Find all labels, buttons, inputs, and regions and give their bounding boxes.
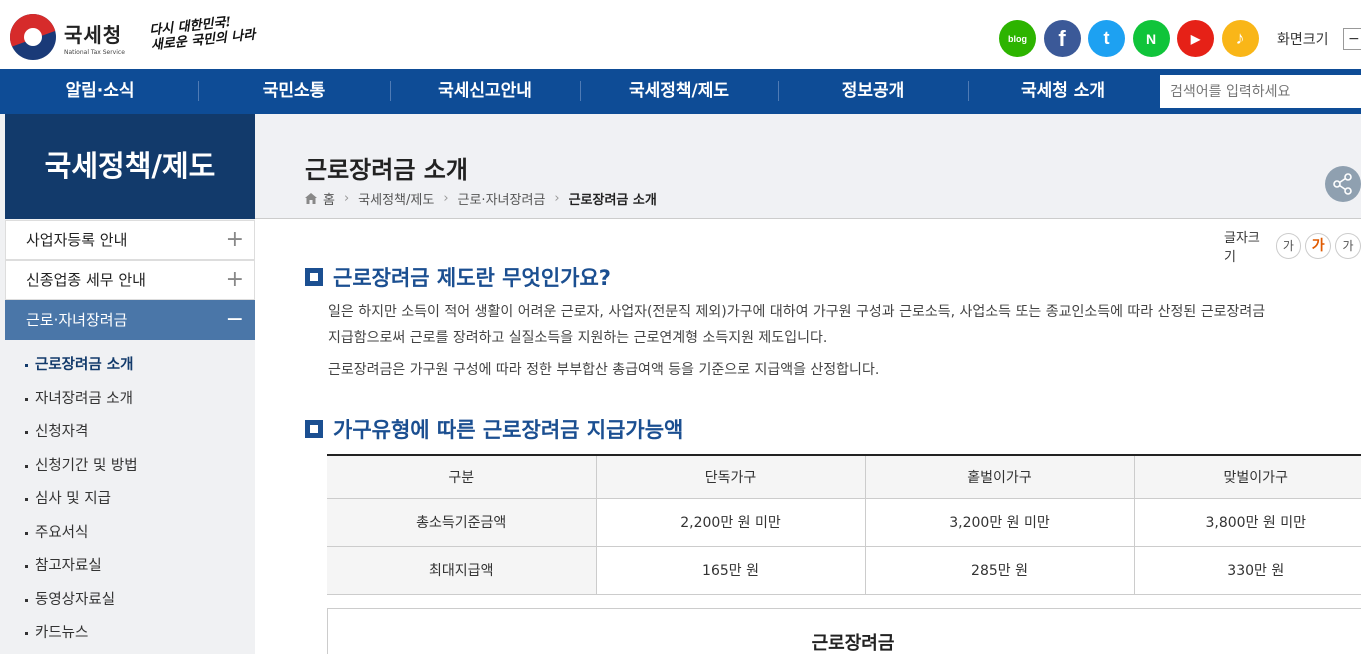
logo-subtitle: National Tax Service — [64, 48, 125, 56]
youtube-icon[interactable]: ▶ — [1177, 20, 1214, 57]
sidebar-item-business-registration[interactable]: 사업자등록 안내 + — [5, 220, 255, 260]
naver-post-icon[interactable]: N — [1132, 20, 1170, 57]
sidebar-item-label: 사업자등록 안내 — [26, 231, 128, 249]
breadcrumb: 홈 › 국세정책/제도 › 근로·자녀장려금 › 근로장려금 소개 — [305, 189, 657, 208]
table-cell: 총소득기준금액 — [327, 498, 597, 547]
main-nav: 알림·소식 국민소통 국세신고안내 국세정책/제도 정보공개 국세청 소개 — [0, 69, 1361, 114]
chevron-right-icon: › — [443, 191, 449, 206]
site-header: 국세청 National Tax Service 다시 대한민국! 새로운 국민… — [0, 0, 1361, 69]
nav-item-news[interactable]: 알림·소식 — [0, 69, 200, 114]
table-header-row: 구분 단독가구 홑벌이가구 맞벌이가구 — [327, 454, 1361, 499]
expand-icon: + — [225, 227, 244, 252]
sub-item-forms[interactable]: 주요서식 — [5, 517, 255, 551]
page-title: 근로장려금 소개 — [305, 156, 468, 184]
calc-paragraph: 근로장려금은 가구원 구성에 따라 정한 부부합산 총급여액 등을 기준으로 지… — [328, 362, 880, 378]
info-box-title: 근로장려금 — [811, 633, 895, 654]
table-header: 맞벌이가구 — [1134, 454, 1361, 499]
sub-item-videos[interactable]: 동영상자료실 — [5, 584, 255, 618]
sub-item-references[interactable]: 참고자료실 — [5, 550, 255, 584]
home-icon[interactable] — [305, 193, 317, 204]
breadcrumb-home[interactable]: 홈 — [323, 189, 335, 208]
slogan: 다시 대한민국! 새로운 국민의 나라 — [149, 13, 256, 53]
font-size-small-button[interactable]: 가 — [1275, 233, 1302, 259]
chevron-right-icon: › — [554, 191, 560, 206]
info-box: 근로장려금 — [327, 608, 1361, 654]
section-title-amount: 가구유형에 따른 근로장려금 지급가능액 — [305, 414, 683, 444]
sidebar-item-earned-income-credit[interactable]: 근로·자녀장려금 − — [5, 300, 255, 340]
screen-size-label: 화면크기 — [1277, 32, 1329, 48]
sub-item-intro[interactable]: 근로장려금 소개 — [5, 349, 255, 383]
kakaostory-icon[interactable]: ♪ — [1221, 20, 1259, 57]
breadcrumb-tax-policy[interactable]: 국세정책/제도 — [358, 189, 434, 208]
search-input[interactable] — [1160, 75, 1361, 108]
table-header: 단독가구 — [596, 454, 866, 499]
table-row: 총소득기준금액 2,200만 원 미만 3,200만 원 미만 3,800만 원… — [327, 498, 1361, 547]
nts-logo[interactable]: 국세청 National Tax Service — [10, 14, 125, 60]
section-title-what-is: 근로장려금 제도란 무엇인가요? — [305, 262, 611, 292]
table-cell: 최대지급액 — [327, 546, 597, 595]
intro-paragraph: 일은 하지만 소득이 적어 생활이 어려운 근로자, 사업자(전문직 제외)가구… — [328, 299, 1265, 351]
sub-item-review[interactable]: 심사 및 지급 — [5, 483, 255, 517]
amount-table: 구분 단독가구 홑벌이가구 맞벌이가구 총소득기준금액 2,200만 원 미만 … — [327, 454, 1361, 595]
logo-name: 국세청 — [64, 22, 123, 47]
section-title-text: 근로장려금 제도란 무엇인가요? — [333, 266, 611, 290]
table-cell: 165만 원 — [596, 546, 866, 595]
sub-item-eligibility[interactable]: 신청자격 — [5, 416, 255, 450]
table-header: 홑벌이가구 — [865, 454, 1135, 499]
sidebar-item-new-industry[interactable]: 신종업종 세무 안내 + — [5, 260, 255, 300]
font-size-large-button[interactable]: 가 — [1305, 233, 1332, 259]
table-cell: 285만 원 — [865, 546, 1135, 595]
twitter-icon[interactable]: t — [1088, 20, 1125, 57]
font-size-label: 글자크기 — [1224, 231, 1260, 265]
sidebar-item-label: 근로·자녀장려금 — [26, 311, 128, 329]
table-cell: 3,800만 원 미만 — [1134, 498, 1361, 547]
table-cell: 2,200만 원 미만 — [596, 498, 866, 547]
font-size-control: 글자크기 가 가 가 — [1224, 227, 1361, 265]
chevron-right-icon: › — [343, 191, 350, 206]
breadcrumb-credit[interactable]: 근로·자녀장려금 — [458, 189, 546, 208]
intro-line-1: 일은 하지만 소득이 적어 생활이 어려운 근로자, 사업자(전문직 제외)가구… — [328, 304, 1266, 320]
nav-item-disclosure[interactable]: 정보공개 — [778, 69, 968, 114]
table-cell: 330만 원 — [1134, 546, 1361, 595]
screen-size-decrease-button[interactable]: − — [1343, 28, 1361, 50]
share-icon — [1333, 173, 1352, 195]
content-header: 근로장려금 소개 홈 › 국세정책/제도 › 근로·자녀장려금 › 근로장려금 … — [255, 114, 1361, 219]
table-cell: 3,200만 원 미만 — [865, 498, 1135, 547]
blog-icon[interactable]: blog — [999, 20, 1036, 57]
nav-item-tax-filing[interactable]: 국세신고안내 — [390, 69, 580, 114]
table-header: 구분 — [327, 454, 597, 499]
nav-item-communication[interactable]: 국민소통 — [198, 69, 390, 114]
nav-item-tax-policy[interactable]: 국세정책/제도 — [580, 69, 778, 114]
intro-line-2: 지급함으로써 근로를 장려하고 실질소득을 지원하는 근로연계형 소득지원 제도… — [328, 330, 828, 346]
sub-item-card-news[interactable]: 카드뉴스 — [5, 617, 255, 651]
sns-links: blog f t N ▶ ♪ — [999, 20, 1266, 57]
sub-item-child-credit[interactable]: 자녀장려금 소개 — [5, 383, 255, 417]
sidebar-item-label: 신종업종 세무 안내 — [26, 271, 146, 289]
taegeuk-logo-icon — [10, 14, 56, 60]
section-square-icon — [305, 420, 323, 438]
nav-item-about[interactable]: 국세청 소개 — [968, 69, 1158, 114]
collapse-icon: − — [225, 307, 244, 332]
breadcrumb-current: 근로장려금 소개 — [568, 193, 657, 208]
facebook-icon[interactable]: f — [1043, 20, 1081, 57]
section-square-icon — [305, 268, 323, 286]
section-title-text: 가구유형에 따른 근로장려금 지급가능액 — [333, 418, 684, 442]
expand-icon: + — [225, 267, 244, 292]
sidebar-title: 국세정책/제도 — [5, 114, 255, 219]
sidebar-sub-list: 근로장려금 소개 자녀장려금 소개 신청자격 신청기간 및 방법 심사 및 지급… — [5, 349, 255, 651]
font-size-more-button[interactable]: 가 — [1335, 233, 1361, 259]
table-row: 최대지급액 165만 원 285만 원 330만 원 — [327, 546, 1361, 595]
share-button[interactable] — [1325, 166, 1361, 202]
sub-item-period[interactable]: 신청기간 및 방법 — [5, 450, 255, 484]
